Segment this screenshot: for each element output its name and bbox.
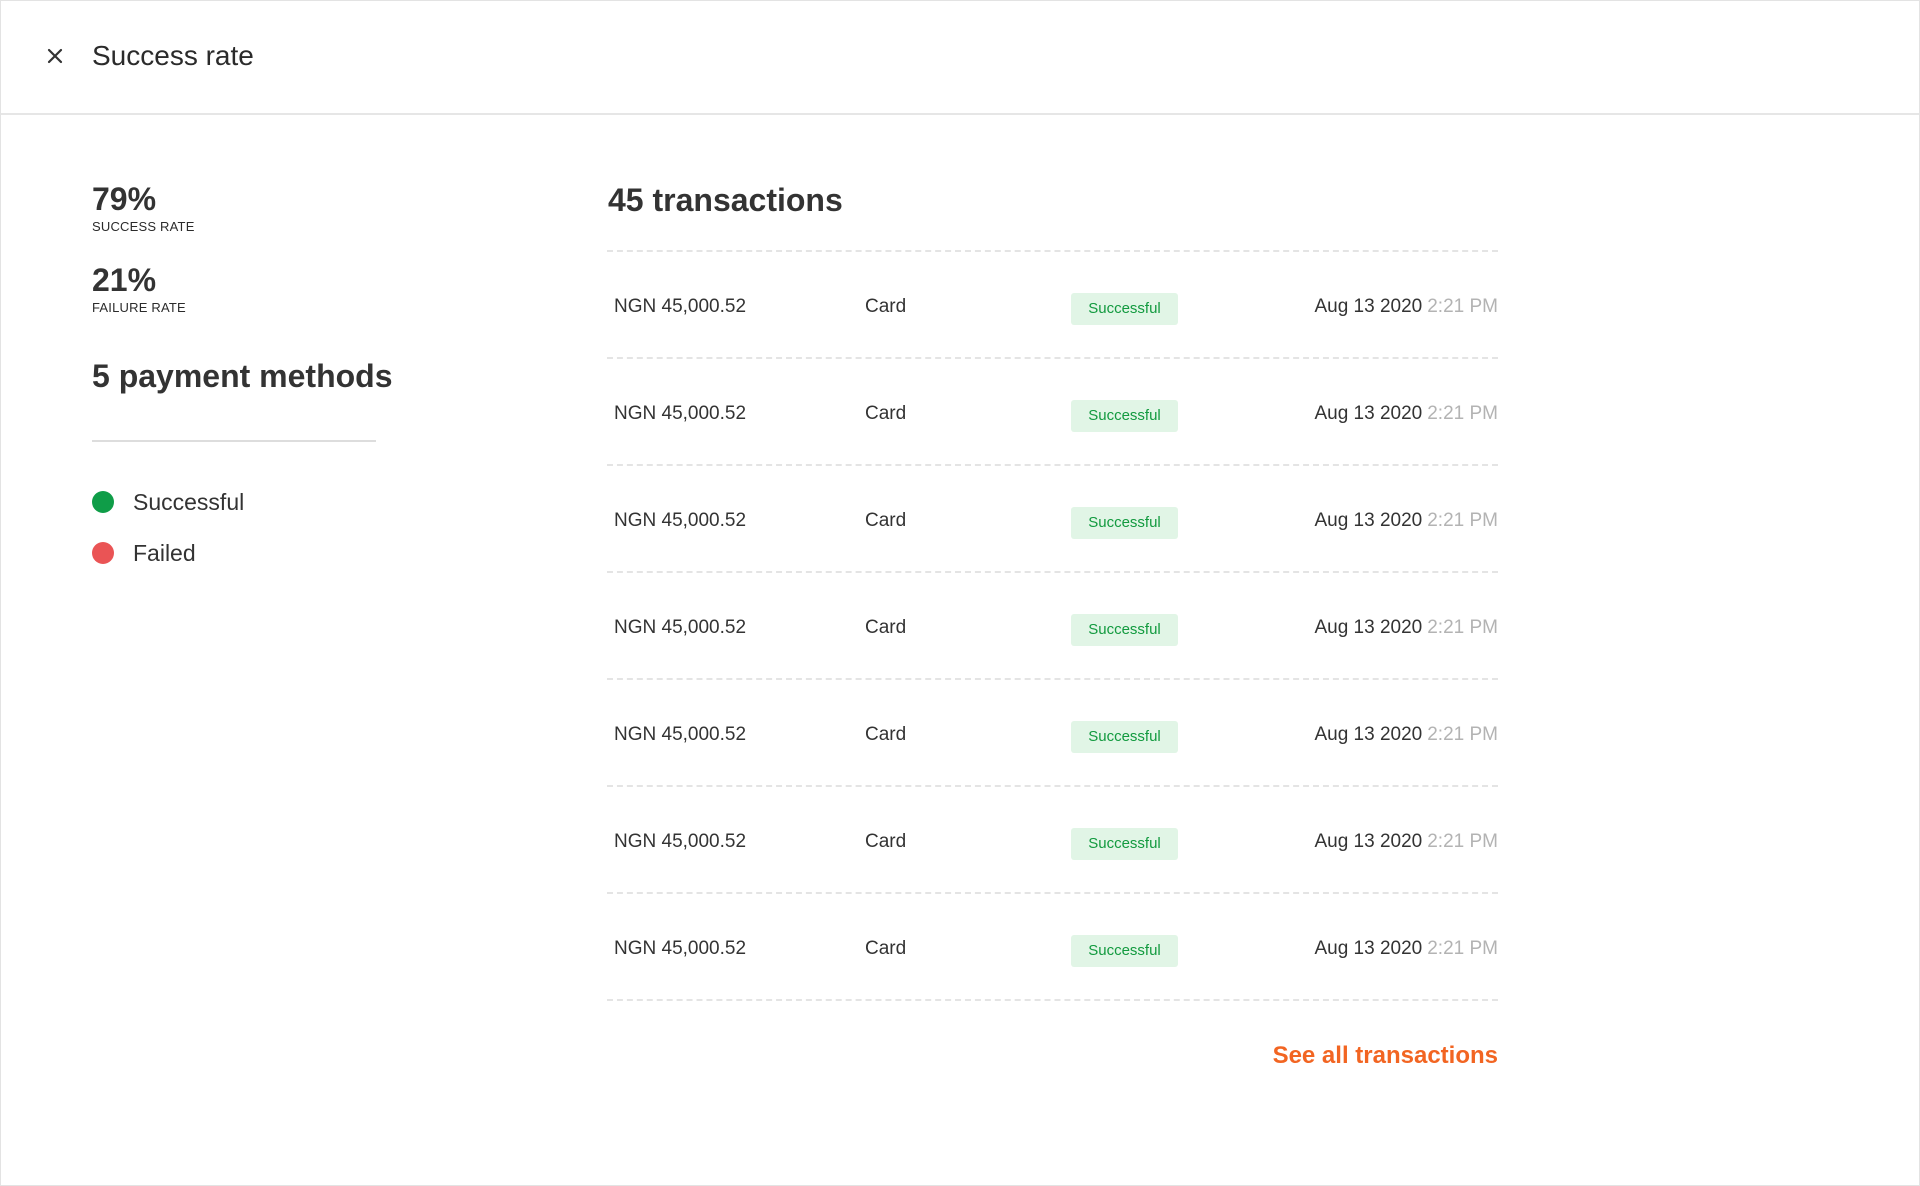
transaction-time: 2:21 PM	[1427, 724, 1498, 745]
transaction-date: Aug 13 2020	[1314, 296, 1423, 317]
transaction-method: Card	[865, 831, 907, 852]
success-rate-panel: Success rate 79% SUCCESS RATE 21% FAILUR…	[0, 0, 1920, 1186]
transaction-time: 2:21 PM	[1427, 403, 1498, 424]
status-badge: Successful	[1071, 721, 1178, 753]
transaction-amount: NGN 45,000.52	[614, 296, 747, 317]
transaction-time: 2:21 PM	[1427, 617, 1498, 638]
transaction-time: 2:21 PM	[1427, 296, 1498, 317]
transaction-time: 2:21 PM	[1427, 510, 1498, 531]
transaction-amount: NGN 45,000.52	[614, 724, 747, 745]
transaction-date: Aug 13 2020	[1314, 831, 1423, 852]
transaction-amount: NGN 45,000.52	[614, 831, 747, 852]
failure-rate-label: FAILURE RATE	[92, 300, 186, 315]
transaction-amount: NGN 45,000.52	[614, 938, 747, 959]
success-rate-stat: 79% SUCCESS RATE	[92, 181, 195, 235]
status-badge: Successful	[1071, 293, 1178, 325]
close-icon	[47, 48, 63, 64]
failure-rate-value: 21%	[92, 262, 157, 298]
transaction-method: Card	[865, 617, 907, 638]
transaction-date: Aug 13 2020	[1314, 724, 1423, 745]
success-rate-value: 79%	[92, 181, 157, 217]
success-rate-label: SUCCESS RATE	[92, 219, 195, 234]
transactions-list: NGN 45,000.52 Card Successful Aug 13 202…	[607, 250, 1498, 1001]
legend-label-failed: Failed	[133, 539, 196, 566]
legend-label-successful: Successful	[133, 488, 245, 515]
transaction-method: Card	[865, 296, 907, 317]
transaction-row[interactable]: NGN 45,000.52 Card Successful Aug 13 202…	[607, 787, 1498, 894]
see-all-transactions-link[interactable]: See all transactions	[1273, 1042, 1498, 1070]
transaction-row[interactable]: NGN 45,000.52 Card Successful Aug 13 202…	[607, 466, 1498, 573]
status-badge: Successful	[1071, 507, 1178, 539]
transaction-amount: NGN 45,000.52	[614, 617, 747, 638]
transaction-date: Aug 13 2020	[1314, 938, 1423, 959]
transaction-datetime: Aug 13 2020 2:21 PM	[1314, 831, 1498, 853]
header-bar: Success rate	[1, 1, 1919, 115]
transaction-date: Aug 13 2020	[1314, 510, 1423, 531]
transaction-row[interactable]: NGN 45,000.52 Card Successful Aug 13 202…	[607, 894, 1498, 1001]
transaction-time: 2:21 PM	[1427, 938, 1498, 959]
transaction-row[interactable]: NGN 45,000.52 Card Successful Aug 13 202…	[607, 573, 1498, 680]
transaction-datetime: Aug 13 2020 2:21 PM	[1314, 938, 1498, 960]
transactions-title: 45 transactions	[608, 182, 843, 218]
transaction-datetime: Aug 13 2020 2:21 PM	[1314, 617, 1498, 639]
transaction-datetime: Aug 13 2020 2:21 PM	[1314, 296, 1498, 318]
close-button[interactable]	[39, 40, 71, 72]
divider	[92, 440, 376, 442]
status-badge: Successful	[1071, 828, 1178, 860]
legend-dot-successful	[92, 491, 114, 513]
transaction-row[interactable]: NGN 45,000.52 Card Successful Aug 13 202…	[607, 252, 1498, 359]
transaction-method: Card	[865, 403, 907, 424]
status-badge: Successful	[1071, 614, 1178, 646]
payment-methods-title: 5 payment methods	[92, 358, 393, 394]
transaction-time: 2:21 PM	[1427, 831, 1498, 852]
legend-item-failed: Failed	[92, 538, 196, 568]
transaction-datetime: Aug 13 2020 2:21 PM	[1314, 510, 1498, 532]
transaction-row[interactable]: NGN 45,000.52 Card Successful Aug 13 202…	[607, 680, 1498, 787]
legend-item-successful: Successful	[92, 487, 244, 517]
transaction-amount: NGN 45,000.52	[614, 510, 747, 531]
legend-dot-failed	[92, 542, 114, 564]
transaction-date: Aug 13 2020	[1314, 617, 1423, 638]
failure-rate-stat: 21% FAILURE RATE	[92, 262, 186, 316]
transaction-date: Aug 13 2020	[1314, 403, 1423, 424]
status-badge: Successful	[1071, 400, 1178, 432]
page-title: Success rate	[92, 40, 254, 71]
transaction-method: Card	[865, 938, 907, 959]
transaction-amount: NGN 45,000.52	[614, 403, 747, 424]
transaction-datetime: Aug 13 2020 2:21 PM	[1314, 724, 1498, 746]
transaction-row[interactable]: NGN 45,000.52 Card Successful Aug 13 202…	[607, 359, 1498, 466]
transaction-method: Card	[865, 724, 907, 745]
transaction-datetime: Aug 13 2020 2:21 PM	[1314, 403, 1498, 425]
status-badge: Successful	[1071, 935, 1178, 967]
transaction-method: Card	[865, 510, 907, 531]
